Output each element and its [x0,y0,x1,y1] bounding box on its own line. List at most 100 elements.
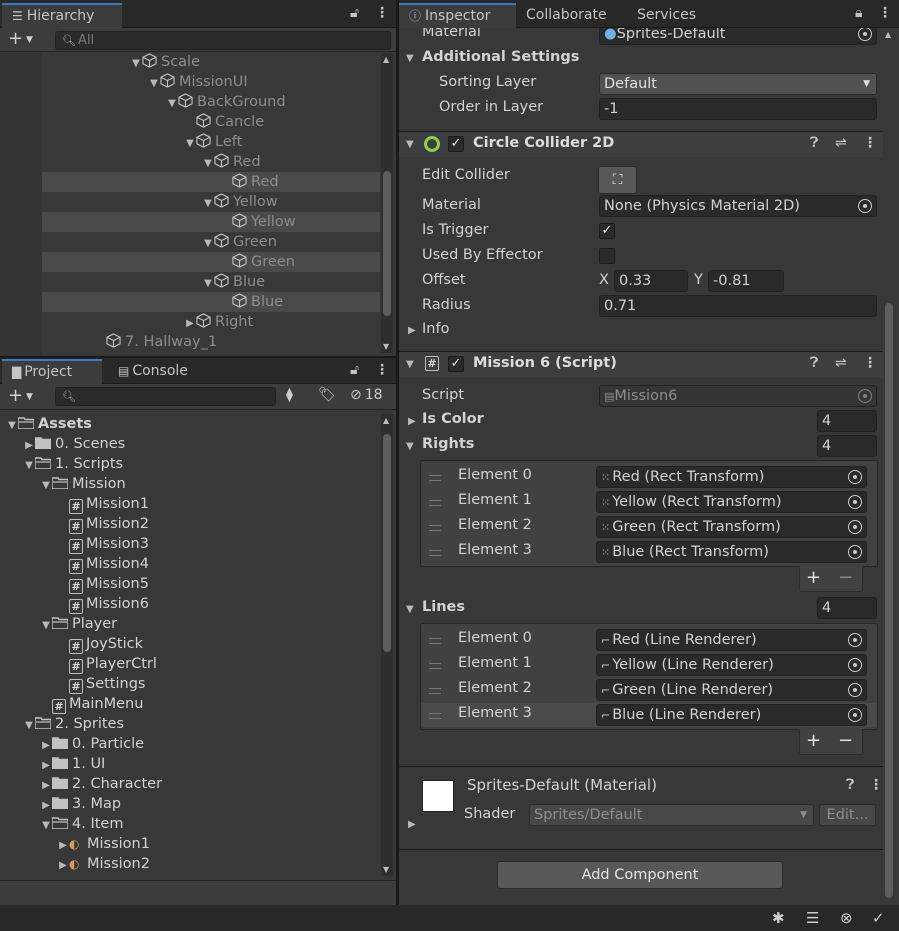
project-row[interactable]: # PlayerCtrl [0,654,380,674]
lines-add-button[interactable]: + [806,729,821,753]
material-field[interactable]: ●Sprites-Default [599,28,877,45]
collapsed-arrow-icon[interactable]: ▶ [40,736,52,756]
project-row[interactable]: ▶ 0. Scenes [0,434,380,454]
object-picker-icon[interactable] [848,708,862,722]
object-picker-icon[interactable] [848,683,862,697]
project-row[interactable]: # Mission2 [0,514,380,534]
project-row[interactable]: # Mission6 [0,594,380,614]
expanded-arrow-icon[interactable]: ▼ [23,456,35,476]
tab-hierarchy[interactable]: ☰ Hierarchy [2,3,122,28]
collapse-arrow-icon[interactable]: ▼ [406,359,414,370]
physics-material-field[interactable]: None (Physics Material 2D) [599,195,877,217]
filter-by-label-icon[interactable]: 🏷︎ [318,387,336,403]
project-row[interactable]: ▼ Player [0,614,380,634]
hierarchy-row[interactable]: Yellow [0,212,380,232]
project-row[interactable]: ▼ Mission [0,474,380,494]
project-row[interactable]: ▶ 1. UI [0,754,380,774]
more-menu-icon[interactable]: ⋮ [863,355,877,371]
tab-services[interactable]: Services [627,3,706,28]
help-icon[interactable]: ❓︎ [810,135,818,151]
is-color-size-field[interactable]: 4 [817,410,877,432]
expand-arrow-icon[interactable]: ▼ [406,53,414,64]
tab-inspector[interactable]: ⓘ Inspector [399,3,516,28]
expanded-arrow-icon[interactable]: ▼ [202,234,214,254]
object-picker-icon[interactable] [848,658,862,672]
drag-handle[interactable] [429,525,441,531]
scroll-up-icon[interactable]: ▲ [885,30,891,39]
project-row[interactable]: ▶ 2. Character [0,774,380,794]
object-picker-icon[interactable] [848,495,862,509]
project-scroll-thumb[interactable] [383,434,391,652]
collapsed-arrow-icon[interactable]: ▶ [40,756,52,776]
drag-handle[interactable] [429,688,441,694]
lock-icon[interactable]: 🔓︎ [350,362,359,378]
hidden-packages-toggle[interactable]: ⊘ 18 [350,387,383,403]
checkmark-circle-icon[interactable]: ✓ [872,909,885,927]
tab-collaborate[interactable]: Collaborate [516,3,617,28]
project-row[interactable]: ▼ 2. Sprites [0,714,380,734]
mission-script-header[interactable]: ▼ # ✓ Mission 6 (Script) ❓︎ ⇌ ⋮ [399,351,883,377]
info-foldout-arrow-icon[interactable]: ▶ [408,325,416,336]
info-foldout[interactable]: Info [422,321,449,337]
drag-handle[interactable] [429,550,441,556]
array-element-field[interactable]: ⌐ Yellow (Line Renderer) [596,654,867,676]
object-picker-icon[interactable] [848,545,862,559]
project-row[interactable]: # Mission3 [0,534,380,554]
expanded-arrow-icon[interactable]: ▼ [40,816,52,836]
hierarchy-row[interactable]: ▼ Left [0,132,380,152]
more-menu-icon[interactable]: ⋮ [375,362,389,378]
project-row[interactable]: ▶ 3. Map [0,794,380,814]
lock-icon[interactable]: 🔓︎ [350,5,359,21]
project-row[interactable]: # JoyStick [0,634,380,654]
hierarchy-row[interactable]: ▶ Right [0,312,380,332]
more-menu-icon[interactable]: ⋮ [869,777,883,793]
project-row[interactable]: # Settings [0,674,380,694]
array-element[interactable]: Element 3 ⁙ Blue (Rect Transform) [421,540,877,564]
project-row[interactable]: # Mission1 [0,494,380,514]
hierarchy-row[interactable]: Red [0,172,380,192]
drag-handle[interactable] [429,663,441,669]
collapse-arrow-icon[interactable]: ▼ [406,139,414,150]
object-picker-icon[interactable] [848,520,862,534]
expanded-arrow-icon[interactable]: ▼ [40,476,52,496]
presets-icon[interactable]: ⇌ [835,355,847,371]
array-element[interactable]: Element 0 ⌐ Red (Line Renderer) [421,628,877,652]
hierarchy-row[interactable]: Cancle [0,112,380,132]
array-element-field[interactable]: ⌐ Blue (Line Renderer) [596,704,867,726]
array-element[interactable]: Element 2 ⌐ Green (Line Renderer) [421,678,877,702]
array-element[interactable]: Element 1 ⁙ Yellow (Rect Transform) [421,490,877,514]
hierarchy-row[interactable]: Blue [0,292,380,312]
more-menu-icon[interactable]: ⋮ [863,135,877,151]
layers-icon[interactable]: ☰ [806,909,819,927]
array-element-field[interactable]: ⁙ Blue (Rect Transform) [596,541,867,563]
scroll-down-icon[interactable]: ▼ [383,865,389,874]
expanded-arrow-icon[interactable]: ▼ [184,134,196,154]
drag-handle[interactable] [429,638,441,644]
lock-icon[interactable]: 🔒︎ [855,5,862,21]
project-row[interactable]: ▼ Assets [0,414,380,434]
collapsed-arrow-icon[interactable]: ▶ [57,856,69,876]
lines-remove-button[interactable]: − [838,729,853,753]
project-row[interactable]: ▶ ◐ Mission1 [0,834,380,854]
array-element[interactable]: Element 1 ⌐ Yellow (Line Renderer) [421,653,877,677]
shader-edit-button[interactable]: Edit... [819,804,876,826]
expanded-arrow-icon[interactable]: ▼ [148,74,160,94]
rights-foldout[interactable]: Rights [422,436,474,452]
hierarchy-row[interactable]: 7. Hallway_1 [0,332,380,352]
object-picker-icon[interactable] [848,633,862,647]
drag-handle[interactable] [429,500,441,506]
tab-project[interactable]: ▇ Project [2,359,102,384]
project-row[interactable]: ▶ 0. Particle [0,734,380,754]
collapsed-arrow-icon[interactable]: ▶ [40,776,52,796]
help-icon[interactable]: ❓︎ [846,777,854,793]
project-row[interactable]: # Mission4 [0,554,380,574]
inspector-scroll-thumb[interactable] [885,303,893,898]
project-search-input[interactable]: 🔍︎ [55,387,276,406]
scroll-up-icon[interactable]: ▲ [383,416,389,425]
hierarchy-row[interactable]: ▼ BackGround [0,92,380,112]
more-menu-icon[interactable]: ⋮ [375,5,389,21]
array-element-field[interactable]: ⌐ Green (Line Renderer) [596,679,867,701]
hierarchy-row[interactable]: ▼ Blue [0,272,380,292]
array-element-field[interactable]: ⁙ Red (Rect Transform) [596,466,867,488]
collapsed-arrow-icon[interactable]: ▶ [23,436,35,456]
